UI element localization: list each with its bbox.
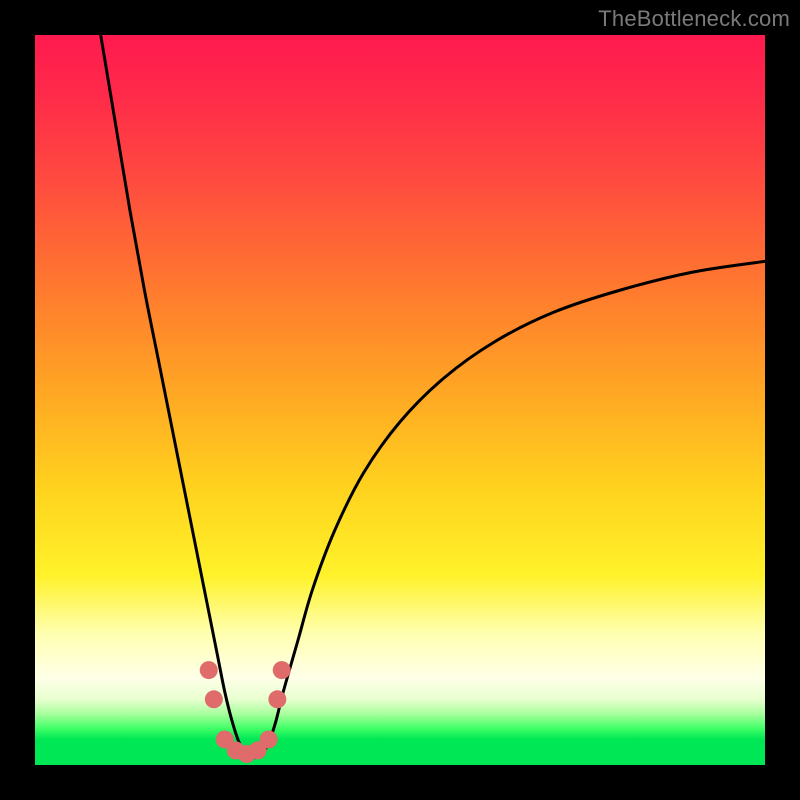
chart-svg: [35, 35, 765, 765]
marker-dot: [268, 690, 286, 708]
marker-dot: [273, 661, 291, 679]
marker-dot: [260, 730, 278, 748]
chart-frame: TheBottleneck.com: [0, 0, 800, 800]
plot-area: [35, 35, 765, 765]
bottleneck-curve: [101, 35, 765, 758]
marker-dot: [205, 690, 223, 708]
marker-dot: [200, 661, 218, 679]
watermark-text: TheBottleneck.com: [598, 6, 790, 32]
